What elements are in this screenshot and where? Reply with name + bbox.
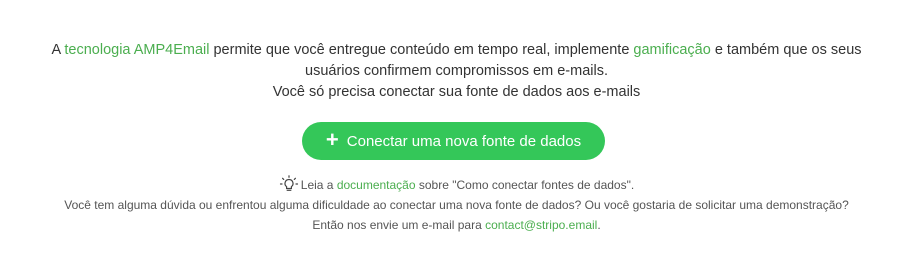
intro-part-1: A (51, 42, 65, 58)
lightbulb-icon (279, 175, 299, 193)
help-text: Leia a documentação sobre "Como conectar… (0, 175, 913, 235)
help-line-contact: Então nos envie um e-mail para contact@s… (0, 215, 913, 235)
connect-data-source-label: Conectar uma nova fonte de dados (346, 132, 582, 150)
connect-data-source-button[interactable]: + Conectar uma nova fonte de dados (302, 122, 605, 160)
help-line-question: Você tem alguma dúvida ou enfrentou algu… (64, 198, 849, 212)
help-contact-prefix: Então nos envie um e-mail para (312, 218, 486, 232)
documentation-link[interactable]: documentação (337, 178, 416, 192)
contact-email-link[interactable]: contact@stripo.email (485, 218, 597, 232)
help-line-docs: Leia a documentação sobre "Como conectar… (0, 175, 913, 195)
intro-line-1: A tecnologia AMP4Email permite que você … (0, 40, 913, 61)
help-read-prefix: Leia a (300, 178, 337, 192)
help-contact-suffix: . (597, 218, 601, 232)
plus-icon: + (325, 127, 339, 152)
intro-line-2: usuários confirmem compromissos em e-mai… (305, 63, 608, 79)
data-source-empty-panel: A tecnologia AMP4Email permite que você … (0, 0, 913, 256)
intro-part-3: e também que os seus (710, 42, 862, 58)
help-read-suffix: sobre "Como conectar fontes de dados". (415, 178, 635, 192)
intro-text: A tecnologia AMP4Email permite que você … (0, 40, 913, 103)
amp4email-link[interactable]: tecnologia AMP4Email (64, 42, 209, 58)
intro-line-3: Você só precisa conectar sua fonte de da… (272, 84, 641, 100)
intro-part-2: permite que você entregue conteúdo em te… (209, 42, 634, 58)
gamification-link[interactable]: gamificação (633, 42, 710, 58)
